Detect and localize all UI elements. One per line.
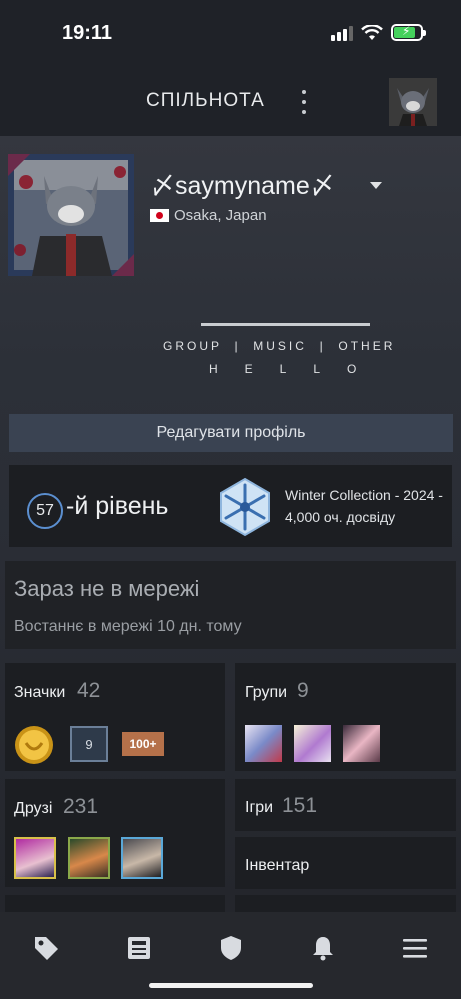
group-avatar[interactable]	[343, 725, 380, 762]
featured-badge-name: Winter Collection - 2024 -	[285, 487, 443, 503]
level-label: -й рівень	[66, 492, 169, 520]
friend-avatar[interactable]	[14, 837, 56, 879]
wifi-icon	[361, 24, 383, 40]
featured-badge-xp: 4,000 оч. досвіду	[285, 509, 396, 525]
level-number: 57	[36, 502, 54, 519]
last-online-text: Востаннє в мережі 10 дн. тому	[14, 618, 242, 635]
battery-icon: ⚡	[391, 24, 426, 41]
edit-profile-button[interactable]: Редагувати профіль	[9, 414, 453, 452]
home-indicator	[149, 983, 313, 988]
profile-avatar[interactable]	[8, 154, 134, 276]
signal-icon	[331, 25, 353, 41]
hundred-plus-badge-icon[interactable]: 100+	[122, 732, 164, 756]
profile-summary-line1: GROUP | MUSIC | OTHER	[163, 339, 396, 353]
charging-icon: ⚡	[402, 24, 411, 38]
persona-name[interactable]: 〆saymyname〆	[150, 166, 335, 202]
online-status: Зараз не в мережі	[14, 576, 200, 601]
friend-avatar[interactable]	[68, 837, 110, 879]
shield-icon[interactable]	[217, 934, 245, 962]
bell-icon[interactable]	[309, 934, 337, 962]
badges-count: 42	[77, 679, 101, 702]
snowflake-badge-icon[interactable]	[215, 477, 275, 537]
news-icon[interactable]	[125, 934, 153, 962]
user-avatar[interactable]	[389, 78, 437, 126]
level-9-badge-icon[interactable]: 9	[70, 726, 108, 762]
partial-tile	[5, 895, 225, 912]
friends-count: 231	[63, 795, 99, 818]
badge-100-text: 100+	[129, 737, 157, 751]
friend-avatar[interactable]	[121, 837, 163, 879]
menu-icon[interactable]	[401, 934, 429, 962]
clock: 19:11	[62, 22, 113, 44]
more-options-icon[interactable]	[298, 90, 310, 114]
badge-9-text: 9	[85, 736, 93, 752]
page-title: СПІЛЬНОТА	[146, 90, 265, 111]
badges-label: Значки	[14, 684, 66, 701]
profile-location: Osaka, Japan	[174, 207, 267, 224]
group-avatar[interactable]	[245, 725, 282, 762]
summary-divider	[201, 323, 370, 326]
games-label: Ігри	[245, 799, 274, 816]
group-avatar[interactable]	[294, 725, 331, 762]
partial-tile	[235, 895, 456, 912]
level-badge: 57	[27, 493, 63, 529]
status-bar: 19:11 ⚡	[0, 0, 461, 66]
tag-icon[interactable]	[32, 934, 60, 962]
groups-count: 9	[297, 679, 309, 702]
profile-summary-line2: HELLO	[209, 362, 384, 376]
friends-label: Друзі	[14, 800, 53, 817]
japan-flag-icon	[150, 209, 169, 222]
groups-label: Групи	[245, 684, 288, 701]
games-count: 151	[282, 794, 318, 817]
gold-coin-badge-icon[interactable]	[14, 725, 54, 765]
inventory-label: Інвентар	[245, 857, 310, 874]
chevron-down-icon[interactable]	[370, 182, 382, 189]
status-icons: ⚡	[331, 24, 426, 41]
